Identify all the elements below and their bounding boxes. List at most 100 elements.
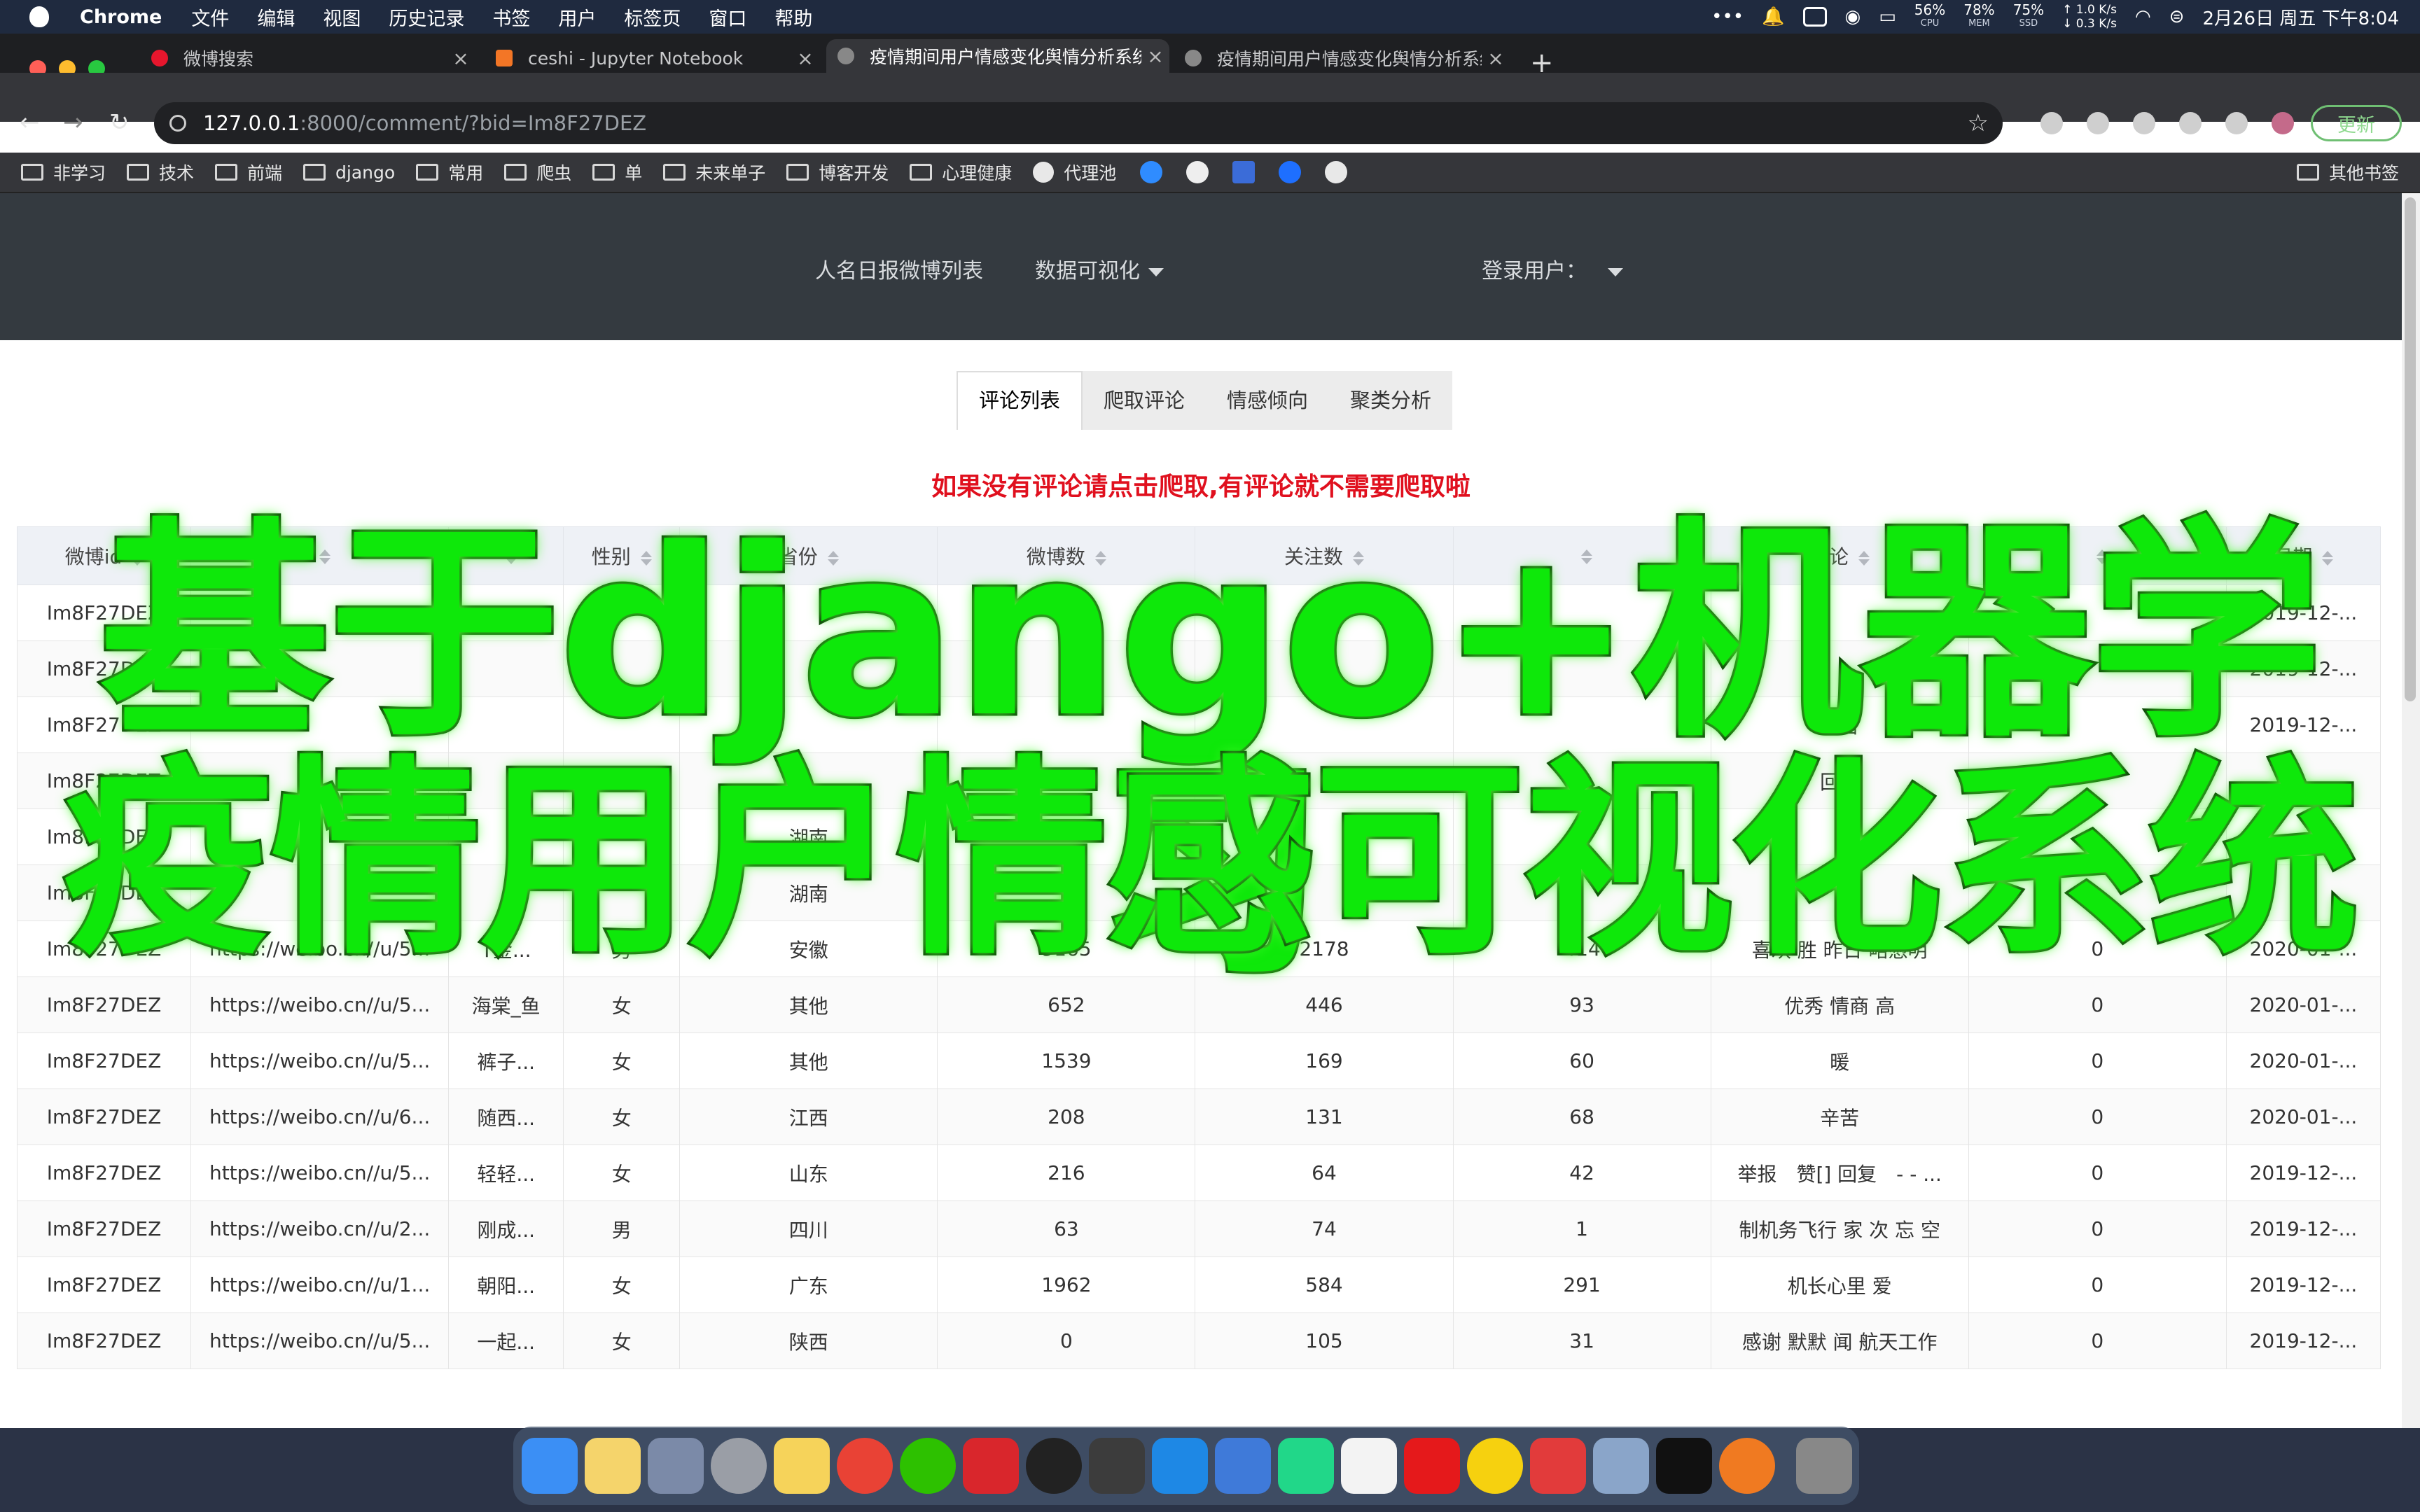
vscode-icon[interactable] bbox=[1152, 1438, 1208, 1494]
network-stat: ↑ 1.0 K/s ↓ 0.3 K/s bbox=[2062, 3, 2117, 31]
sidecar-icon[interactable] bbox=[1802, 7, 1827, 27]
back-arrow-icon[interactable]: ← bbox=[20, 98, 40, 147]
menu-view[interactable]: 视图 bbox=[323, 4, 361, 31]
table-cell: 2019-12-... bbox=[2225, 1312, 2381, 1369]
wps-icon[interactable] bbox=[963, 1438, 1019, 1494]
table-row[interactable]: Im8F27DEZ https://weibo.cn//u/1... 朝阳... 女广… bbox=[16, 1256, 2381, 1313]
bookmark-folder[interactable]: 爬虫 bbox=[504, 160, 571, 185]
close-tab-icon[interactable]: × bbox=[791, 47, 819, 70]
extension-icon[interactable] bbox=[2133, 112, 2155, 134]
table-row[interactable]: Im8F27DEZ https://weibo.cn//u/5... 一起... 女陕… bbox=[16, 1312, 2381, 1369]
bookmark-folder[interactable]: 技术 bbox=[127, 160, 194, 185]
tab-jupyter[interactable]: ceshi - Jupyter Notebook × bbox=[485, 43, 819, 73]
notification-icon[interactable]: 🔔 bbox=[1762, 6, 1784, 27]
bookmark-folder[interactable]: 未来单子 bbox=[663, 160, 765, 185]
qq-icon[interactable] bbox=[1026, 1438, 1082, 1494]
apple-icon[interactable] bbox=[29, 6, 49, 27]
other-bookmarks[interactable]: 其他书签 bbox=[2296, 153, 2399, 192]
bookmark-folder[interactable]: 心理健康 bbox=[910, 160, 1012, 185]
update-button[interactable]: 更新 bbox=[2311, 105, 2402, 141]
folder-icon bbox=[504, 164, 527, 181]
close-tab-icon[interactable]: × bbox=[1482, 47, 1510, 70]
bookmark-folder[interactable]: 常用 bbox=[416, 160, 483, 185]
extension-icon[interactable] bbox=[2040, 112, 2063, 134]
forward-arrow-icon[interactable]: → bbox=[63, 98, 83, 147]
menu-app-name[interactable]: Chrome bbox=[80, 6, 162, 28]
bookmark-folder[interactable]: 前端 bbox=[215, 160, 282, 185]
preview-icon[interactable] bbox=[1593, 1438, 1649, 1494]
bookmark-folder[interactable]: 博客开发 bbox=[786, 160, 889, 185]
menu-window[interactable]: 窗口 bbox=[709, 4, 746, 31]
bilibili-icon[interactable] bbox=[1140, 161, 1163, 183]
battery-icon[interactable]: ▭ bbox=[1879, 6, 1896, 27]
notes-icon[interactable] bbox=[585, 1438, 641, 1494]
wechat-icon[interactable] bbox=[900, 1438, 956, 1494]
terminal-icon[interactable] bbox=[1656, 1438, 1712, 1494]
bookmark-link[interactable]: 代理池 bbox=[1033, 160, 1116, 185]
table-row[interactable]: Im8F27DEZ https://weibo.cn//u/5... 裤子... 女其… bbox=[16, 1032, 2381, 1089]
tab-crawl-comments[interactable]: 爬取评论 bbox=[1083, 371, 1206, 430]
menu-edit[interactable]: 编辑 bbox=[257, 4, 295, 31]
menu-help[interactable]: 帮助 bbox=[774, 4, 812, 31]
reload-icon[interactable]: ↻ bbox=[109, 98, 130, 147]
tab-weibo-search[interactable]: 微博搜索 × bbox=[140, 43, 475, 73]
bookmark-folder[interactable]: 单 bbox=[592, 160, 642, 185]
menu-file[interactable]: 文件 bbox=[191, 4, 229, 31]
bookmark-star-icon[interactable]: ☆ bbox=[1968, 109, 1989, 137]
trash-icon[interactable] bbox=[1796, 1438, 1852, 1494]
baidu-icon[interactable] bbox=[1232, 161, 1256, 183]
youdao-icon[interactable] bbox=[1404, 1438, 1460, 1494]
table-row[interactable]: Im8F27DEZ https://weibo.cn//u/2... 刚成... 男四… bbox=[16, 1200, 2381, 1257]
finder-icon[interactable] bbox=[522, 1438, 578, 1494]
close-tab-icon[interactable]: × bbox=[447, 47, 475, 70]
bookmark-folder[interactable]: 非学习 bbox=[21, 160, 106, 185]
table-row[interactable]: Im8F27DEZ https://weibo.cn//u/6... 随西... 女江… bbox=[16, 1088, 2381, 1145]
table-cell: 208 bbox=[937, 1088, 1196, 1145]
postman-icon[interactable] bbox=[1719, 1438, 1775, 1494]
menu-bookmarks[interactable]: 书签 bbox=[492, 4, 530, 31]
extension-icon[interactable] bbox=[2087, 112, 2109, 134]
tab-comment-list[interactable]: 评论列表 bbox=[957, 371, 1083, 430]
pdf-icon[interactable] bbox=[1530, 1438, 1586, 1494]
puzzle-icon[interactable] bbox=[2225, 112, 2248, 134]
wechat-icon[interactable]: ◉ bbox=[1845, 6, 1861, 27]
table-cell: Im8F27DEZ bbox=[16, 1256, 192, 1313]
bookmark-icon[interactable] bbox=[1279, 161, 1302, 183]
nav-user-menu[interactable]: 登录用户： bbox=[1482, 253, 1623, 284]
app-icon[interactable] bbox=[1215, 1438, 1271, 1494]
table-cell: Im8F27DEZ bbox=[16, 1144, 192, 1201]
control-center-icon[interactable]: ⊜ bbox=[2169, 6, 2185, 27]
more-icon[interactable]: ••• bbox=[1711, 6, 1744, 27]
music-icon[interactable] bbox=[1467, 1438, 1523, 1494]
avatar[interactable] bbox=[2272, 112, 2294, 134]
address-bar[interactable]: 127.0.0.1:8000/comment/?bid=Im8F27DEZ ☆ bbox=[154, 102, 2003, 144]
pycharm-icon[interactable] bbox=[1278, 1438, 1334, 1494]
tab-sentiment-2[interactable]: 疫情期间用户情感变化舆情分析系统 × bbox=[1174, 43, 1510, 73]
datetime[interactable]: 2月26日 周五 下午8:04 bbox=[2202, 4, 2399, 30]
extension-icon[interactable] bbox=[2179, 112, 2202, 134]
menu-tabs[interactable]: 标签页 bbox=[624, 4, 681, 31]
tab-sentiment[interactable]: 情感倾向 bbox=[1206, 371, 1329, 430]
close-tab-icon[interactable]: × bbox=[1141, 45, 1169, 68]
nav-weibo-list[interactable]: 人名日报微博列表 bbox=[815, 253, 983, 284]
stickies-icon[interactable] bbox=[774, 1438, 830, 1494]
site-info-icon[interactable] bbox=[169, 115, 186, 132]
content-tabs: 评论列表 爬取评论 情感倾向 聚类分析 bbox=[957, 371, 1453, 430]
app-icon[interactable] bbox=[1089, 1438, 1145, 1494]
new-tab-button[interactable]: + bbox=[1530, 49, 1554, 77]
github-icon[interactable] bbox=[1325, 161, 1348, 183]
settings-icon[interactable] bbox=[711, 1438, 767, 1494]
tab-active-sentiment[interactable]: 疫情期间用户情感变化舆情分析系统 × bbox=[826, 39, 1169, 73]
menu-history[interactable]: 历史记录 bbox=[389, 4, 464, 31]
nav-visualization[interactable]: 数据可视化 bbox=[1035, 253, 1164, 284]
tab-clustering[interactable]: 聚类分析 bbox=[1329, 371, 1452, 430]
table-row[interactable]: Im8F27DEZ https://weibo.cn//u/5... 轻轻... 女山… bbox=[16, 1144, 2381, 1201]
launchpad-icon[interactable] bbox=[648, 1438, 704, 1494]
wifi-icon[interactable]: ◠ bbox=[2135, 6, 2151, 27]
google-icon[interactable] bbox=[1186, 161, 1209, 183]
bookmark-folder[interactable]: django bbox=[303, 162, 395, 183]
typora-icon[interactable] bbox=[1341, 1438, 1397, 1494]
menu-user[interactable]: 用户 bbox=[558, 4, 596, 31]
table-cell: 男 bbox=[563, 1200, 681, 1257]
chrome-icon[interactable] bbox=[837, 1438, 893, 1494]
